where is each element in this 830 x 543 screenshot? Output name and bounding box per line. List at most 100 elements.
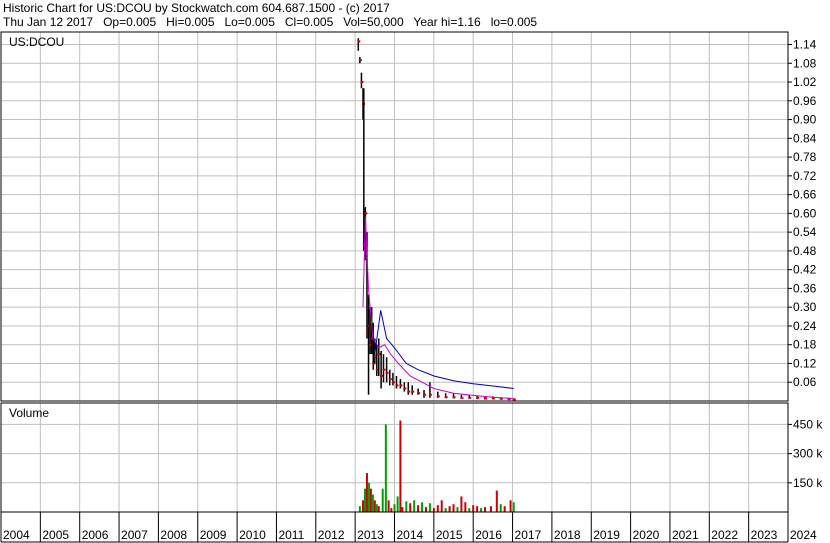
volume-bar: [396, 496, 399, 512]
volume-bar: [381, 488, 384, 512]
close-marker: [491, 397, 495, 400]
x-tick-label: 2018: [554, 528, 581, 542]
volume-bar: [495, 490, 498, 512]
volume-bar: [421, 502, 424, 512]
volume-bar: [363, 488, 366, 512]
volume-y-tick-label: 150 k: [793, 476, 823, 490]
price-y-tick-label: 0.06: [793, 375, 817, 389]
price-y-tick-label: 1.02: [793, 75, 817, 89]
volume-bar: [362, 500, 365, 512]
volume-bar: [399, 420, 402, 512]
x-tick-label: 2004: [3, 528, 30, 542]
volume-bar: [417, 505, 420, 512]
volume-bar: [452, 504, 455, 512]
close-marker: [357, 40, 361, 43]
price-panel-title: US:DCOU: [9, 35, 64, 49]
price-y-tick-label: 0.72: [793, 169, 817, 183]
volume-bar: [387, 500, 390, 512]
volume-bar: [369, 488, 372, 512]
close-marker: [364, 212, 368, 215]
x-tick-label: 2024: [790, 528, 817, 542]
volume-bar: [401, 507, 404, 512]
volume-bar: [390, 508, 393, 512]
volume-bar: [509, 500, 512, 512]
price-y-tick-label: 0.78: [793, 150, 817, 164]
price-y-tick-label: 1.08: [793, 56, 817, 70]
price-y-tick-label: 0.84: [793, 131, 817, 145]
close-marker: [436, 395, 440, 398]
volume-bar: [440, 500, 443, 512]
price-y-tick-label: 0.24: [793, 319, 817, 333]
x-tick-label: 2014: [397, 528, 424, 542]
price-y-tick-label: 0.66: [793, 188, 817, 202]
x-tick-label: 2021: [672, 528, 699, 542]
volume-bars: [358, 420, 515, 512]
close-marker: [358, 59, 362, 62]
volume-bar: [384, 424, 387, 512]
volume-bar: [512, 502, 515, 512]
close-marker: [395, 384, 399, 387]
x-tick-label: 2008: [160, 528, 187, 542]
x-tick-label: 2013: [357, 528, 384, 542]
volume-bar: [448, 506, 451, 512]
volume-bar: [409, 503, 412, 512]
volume-bar: [489, 506, 492, 512]
close-marker: [360, 81, 364, 84]
x-tick-label: 2017: [515, 528, 542, 542]
volume-bar: [476, 506, 479, 512]
volume-bar: [499, 504, 502, 512]
price-y-tick-label: 0.42: [793, 263, 817, 277]
x-tick-label: 2015: [436, 528, 463, 542]
x-tick-label: 2012: [318, 528, 345, 542]
volume-bar: [424, 507, 427, 512]
volume-bar: [456, 507, 459, 512]
x-tick-label: 2016: [475, 528, 502, 542]
x-tick-label: 2005: [42, 528, 69, 542]
volume-bar: [413, 500, 416, 512]
volume-y-tick-label: 300 k: [793, 447, 823, 461]
price-y-tick-label: 0.54: [793, 225, 817, 239]
volume-bar: [428, 503, 431, 512]
volume-bar: [464, 502, 467, 512]
volume-bar: [367, 482, 370, 512]
close-marker: [444, 396, 448, 399]
close-marker: [391, 381, 395, 384]
x-tick-label: 2009: [200, 528, 227, 542]
x-tick-label: 2011: [278, 528, 304, 542]
x-tick-label: 2020: [633, 528, 660, 542]
price-y-tick-label: 0.60: [793, 206, 817, 220]
volume-bar: [468, 508, 471, 512]
close-marker: [423, 393, 427, 396]
price-y-tick-label: 0.96: [793, 94, 817, 108]
price-y-tick-label: 1.14: [793, 38, 817, 52]
volume-bar: [432, 508, 435, 512]
x-tick-label: 2010: [239, 528, 266, 542]
close-marker: [484, 397, 488, 400]
volume-panel-title: Volume: [9, 406, 49, 420]
volume-bar: [405, 501, 408, 512]
close-marker: [380, 374, 384, 377]
panel-frames: [0, 31, 792, 543]
close-marker: [417, 392, 421, 395]
volume-bar: [377, 506, 380, 512]
x-tick-label: 2023: [751, 528, 778, 542]
volume-bar: [503, 506, 506, 512]
close-marker: [377, 353, 381, 356]
price-y-tick-label: 0.36: [793, 281, 817, 295]
close-marker: [468, 396, 472, 399]
volume-bar: [371, 494, 374, 512]
close-marker: [403, 387, 407, 390]
close-marker: [476, 396, 480, 399]
stock-chart: US:DCOU Volume 2004 2005 2006 2007 2008 2009 2…: [0, 31, 823, 543]
volume-bar: [365, 473, 368, 512]
volume-bar: [436, 505, 439, 512]
close-marker: [385, 371, 389, 374]
volume-bar: [444, 508, 447, 512]
close-marker: [460, 396, 464, 399]
volume-bar: [393, 504, 396, 512]
x-tick-label: 2007: [121, 528, 148, 542]
x-tick-label: 2022: [711, 528, 738, 542]
price-y-tick-label: 0.12: [793, 356, 817, 370]
close-marker: [399, 384, 403, 387]
x-tick-label: 2019: [593, 528, 620, 542]
